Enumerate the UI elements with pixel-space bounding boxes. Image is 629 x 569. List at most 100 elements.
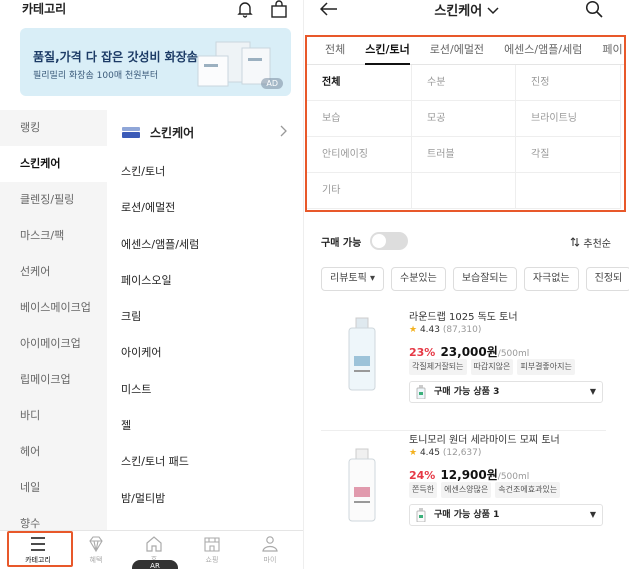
subcategory-item[interactable]: 페이스오일 <box>107 263 303 299</box>
buy-options-label: 구매 가능 상품 3 <box>434 387 500 397</box>
product-price-row: 23% 23,000원/500ml <box>409 341 606 359</box>
home-icon <box>146 536 162 552</box>
review-topic-chip[interactable]: 보습잘되는 <box>452 267 517 291</box>
caret-down-icon: ▼ <box>589 510 596 519</box>
product-card[interactable]: 라운드랩 1025 독도 토너 ★ 4.43 (87,310) 23% 23,000… <box>321 308 606 423</box>
subcategory-tab[interactable]: 페이 <box>602 37 622 64</box>
buy-options-label: 구매 가능 상품 1 <box>434 510 500 520</box>
category-item[interactable]: 베이스메이크업 <box>0 290 107 326</box>
subfilter-cell[interactable]: 모공 <box>412 101 516 137</box>
subcategory-item[interactable]: 크림 <box>107 299 303 335</box>
subcategory-item[interactable]: 미스트 <box>107 372 303 408</box>
subcategory-item[interactable]: 스킨/토너 패드 <box>107 444 303 480</box>
search-icon[interactable] <box>585 0 603 18</box>
product-card[interactable]: 토니모리 원더 세라마이드 모찌 토너 ★ 4.45 (12,637) 24% 12… <box>321 430 606 545</box>
nav-person[interactable]: 마이 <box>241 531 299 569</box>
subfilter-cell[interactable]: 브라이트닝 <box>516 101 621 137</box>
category-item[interactable]: 립메이크업 <box>0 362 107 398</box>
review-topic-chip[interactable]: 진정되 <box>585 267 629 291</box>
review-count: (87,310) <box>442 325 482 335</box>
buy-available-toggle[interactable] <box>370 232 408 250</box>
subcategory-item[interactable]: 아이케어 <box>107 335 303 371</box>
subcategory-item[interactable]: 밤/멀티밤 <box>107 481 303 517</box>
bell-icon[interactable] <box>236 0 254 18</box>
category-item[interactable]: 아이메이크업 <box>0 326 107 362</box>
product-tags: 쫀득한 에센스양많은 속건조에효과있는 <box>409 482 606 498</box>
category-item[interactable]: 스킨케어 <box>0 146 107 182</box>
product-rating: ★ 4.43 (87,310) <box>409 325 606 339</box>
buy-options-dropdown[interactable]: 구매 가능 상품 3 ▼ <box>409 381 603 403</box>
product-tag: 속건조에효과있는 <box>495 482 561 498</box>
subfilter-cell[interactable]: 기타 <box>307 173 412 209</box>
category-title-dropdown[interactable]: 스킨케어 <box>304 0 629 19</box>
diamond-icon <box>89 536 103 553</box>
category-item[interactable]: 마스크/팩 <box>0 218 107 254</box>
ad-banner[interactable]: 품질,가격 다 잡은 갓성비 화장솜 필리밀리 화장솜 100매 천원부터 AD <box>20 28 291 96</box>
sort-dropdown[interactable]: 추천순 <box>570 235 611 250</box>
shopping-bag-icon[interactable] <box>270 0 288 18</box>
subcategory-tab[interactable]: 전체 <box>325 37 345 64</box>
subcategory-tabs: 전체 스킨/토너 로션/에멀전 에센스/앰플/세럼 페이 <box>307 37 624 65</box>
buy-options-dropdown[interactable]: 구매 가능 상품 1 ▼ <box>409 504 603 526</box>
category-item[interactable]: 바디 <box>0 398 107 434</box>
subcategory-item[interactable]: 젤 <box>107 408 303 444</box>
subfilter-cell[interactable]: 안티에이징 <box>307 137 412 173</box>
product-price-row: 24% 12,900원/500ml <box>409 464 606 482</box>
subfilter-cell[interactable]: 보습 <box>307 101 412 137</box>
category-panel: 카테고리 품질,가격 다 잡은 갓성비 화장솜 필리밀리 화장솜 100매 천원… <box>0 0 303 569</box>
subcategory-item[interactable]: 스킨/토너 <box>107 154 303 190</box>
product-tag: 피부결좋아지는 <box>517 359 575 375</box>
ad-headline: 품질,가격 다 잡은 갓성비 화장솜 <box>33 50 198 64</box>
subfilter-cell[interactable]: 트러블 <box>412 137 516 173</box>
review-count: (12,637) <box>442 448 482 458</box>
subcategory-tab[interactable]: 에센스/앰플/세럼 <box>504 37 582 64</box>
skincare-category-icon <box>122 127 140 138</box>
subfilter-cell[interactable]: 전체 <box>307 65 412 101</box>
category-item[interactable]: 선케어 <box>0 254 107 290</box>
subfilter-cell[interactable]: 진정 <box>516 65 621 101</box>
rating-value: 4.43 <box>419 325 440 335</box>
product-tag: 에센스양많은 <box>441 482 492 498</box>
subcategory-tab[interactable]: 로션/에멀전 <box>430 37 484 64</box>
chevron-down-icon <box>487 7 499 15</box>
product-name[interactable]: 라운드랩 1025 독도 토너 <box>409 308 606 324</box>
subfilter-cell <box>412 173 516 209</box>
review-topic-chip[interactable]: 자극없는 <box>523 267 579 291</box>
filter-toolbar: 구매 가능 추천순 <box>321 232 611 252</box>
product-tag: 쫀득한 <box>409 482 438 498</box>
nav-label: 혜택 <box>89 556 103 564</box>
rating-value: 4.45 <box>419 448 440 458</box>
ad-subtext: 필리밀리 화장솜 100매 천원부터 <box>33 71 159 81</box>
nav-diamond[interactable]: 혜택 <box>67 531 125 569</box>
sort-label: 추천순 <box>583 239 611 250</box>
subfilter-cell <box>516 173 621 209</box>
floating-pill[interactable]: AR <box>132 560 178 569</box>
category-item[interactable]: 네일 <box>0 470 107 506</box>
subfilter-grid: 전체 수분 진정보습 모공 브라이트닝안티에이징 트러블 각질기타 <box>307 65 624 209</box>
subfilter-cell[interactable]: 각질 <box>516 137 621 173</box>
category-filter-box: 전체 스킨/토너 로션/에멀전 에센스/앰플/세럼 페이 전체 수분 진정 보습 모공 브라이트닝… <box>305 35 626 212</box>
review-topic-chip[interactable]: 수분있는 <box>391 267 446 291</box>
right-header: 스킨케어 <box>304 0 629 34</box>
product-image <box>348 317 376 391</box>
price: 23,000원 <box>440 345 498 359</box>
discount-rate: 24% <box>409 469 436 482</box>
chevron-right-icon <box>280 125 287 137</box>
review-topic-chip[interactable]: 리뷰토픽 ▾ <box>321 267 384 291</box>
product-info: 토니모리 원더 세라마이드 모찌 토너 ★ 4.45 (12,637) 24% 12… <box>409 431 606 526</box>
category-item[interactable]: 클렌징/필링 <box>0 182 107 218</box>
star-icon: ★ <box>409 325 418 335</box>
nav-label: 마이 <box>263 556 277 564</box>
caret-down-icon: ▼ <box>589 387 596 396</box>
menu-icon <box>31 537 45 551</box>
category-item[interactable]: 헤어 <box>0 434 107 470</box>
product-name[interactable]: 토니모리 원더 세라마이드 모찌 토너 <box>409 431 606 447</box>
subcategory-header[interactable]: 스킨케어 <box>107 110 303 154</box>
nav-store[interactable]: 쇼핑 <box>183 531 241 569</box>
category-item[interactable]: 랭킹 <box>0 110 107 146</box>
subcategory-item[interactable]: 에센스/앰플/세럼 <box>107 227 303 263</box>
subcategory-item[interactable]: 로션/에멀전 <box>107 190 303 226</box>
subfilter-cell[interactable]: 수분 <box>412 65 516 101</box>
subcategory-tab[interactable]: 스킨/토너 <box>365 37 410 65</box>
nav-menu[interactable]: 카테고리 <box>9 531 67 569</box>
